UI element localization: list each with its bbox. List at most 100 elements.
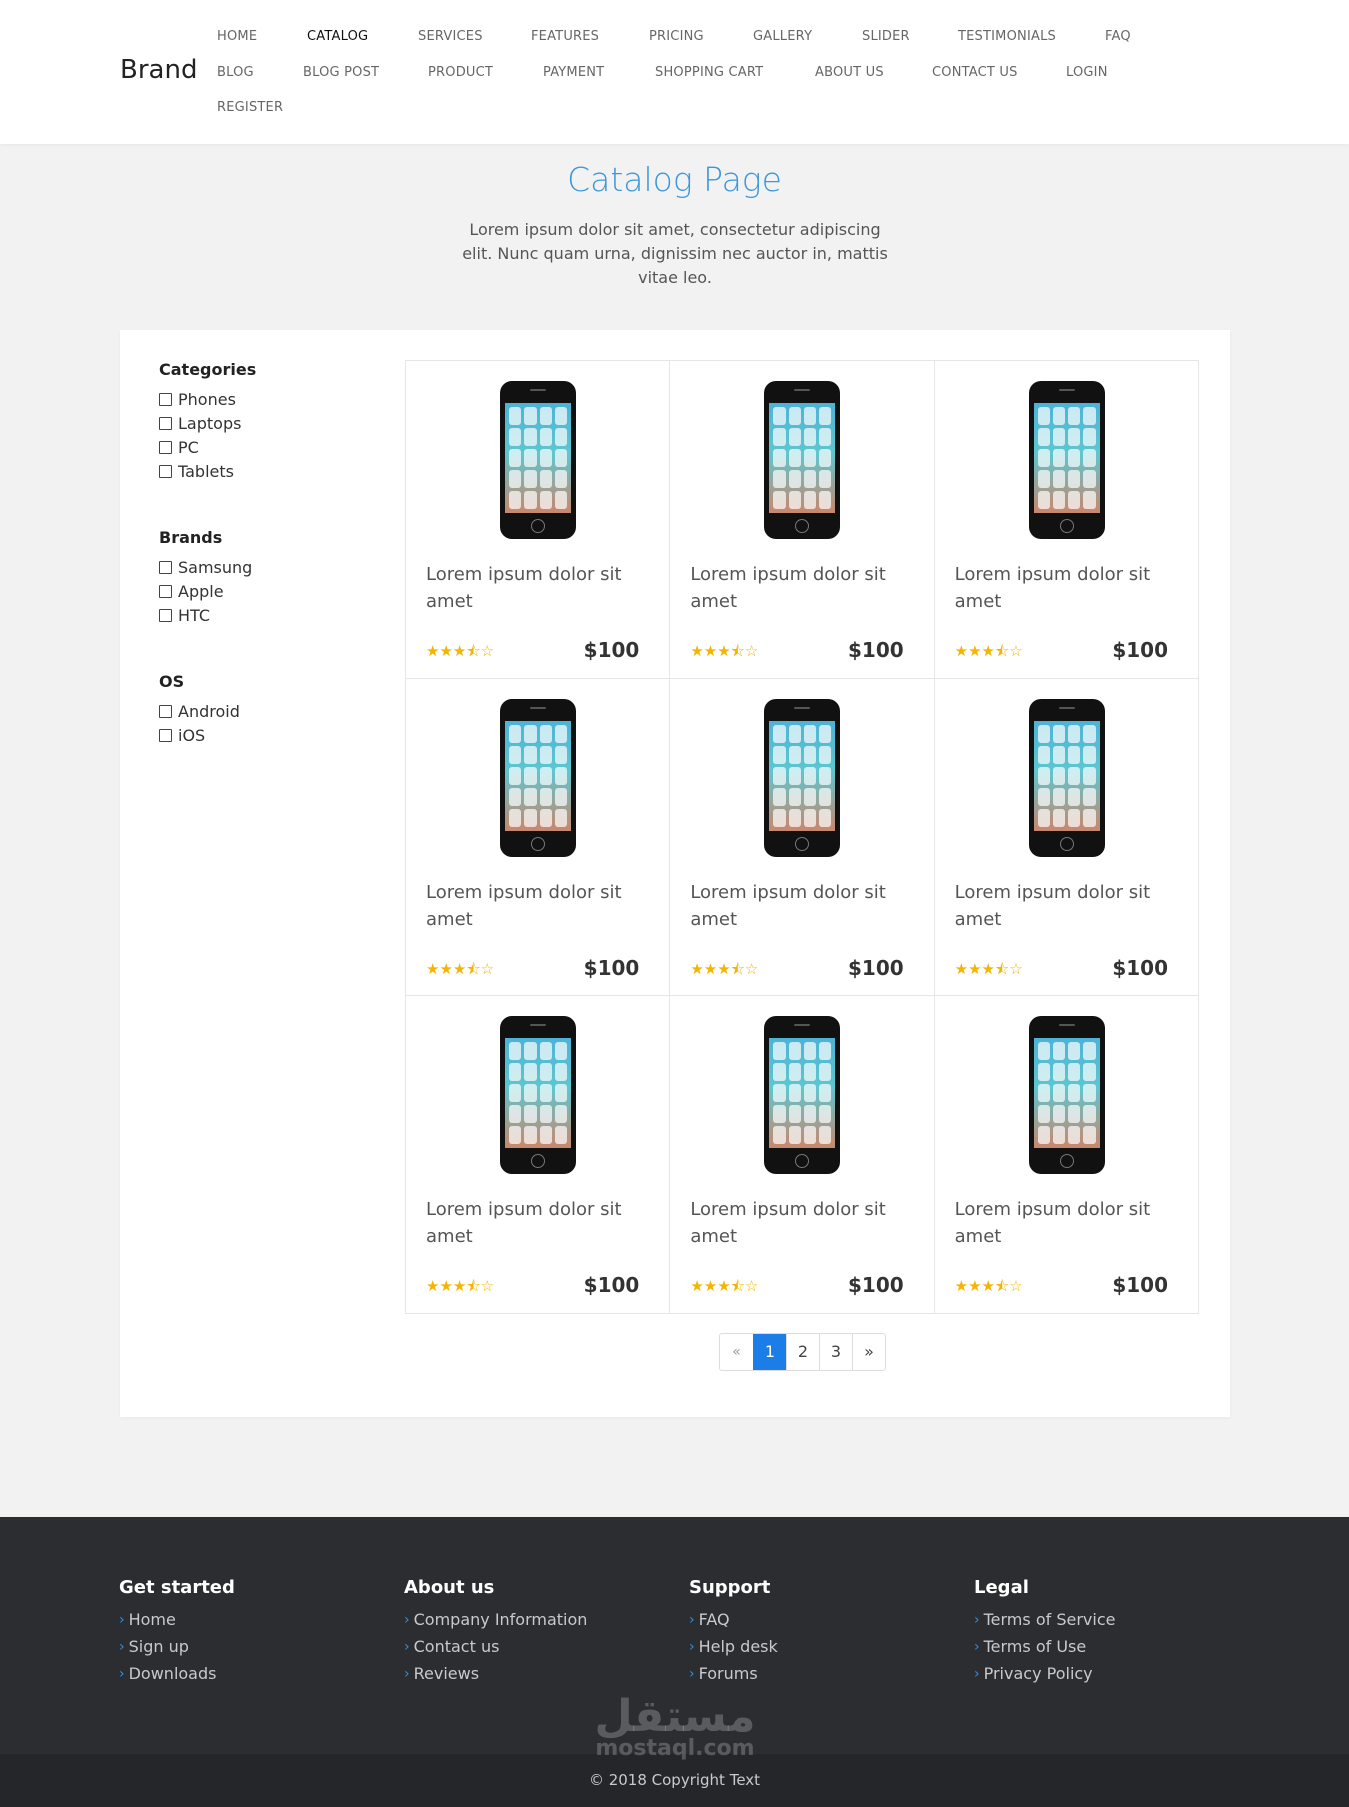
product-title[interactable]: Lorem ipsum dolor sit amet [426, 561, 626, 615]
nav-faq[interactable]: FAQ [1105, 29, 1131, 44]
product-card[interactable]: Lorem ipsum dolor sit amet ★★★⯪☆ $100 [670, 361, 935, 679]
brand-logo[interactable]: Brand [120, 55, 197, 85]
star-rating: ★★★⯪☆ [690, 643, 759, 660]
filter-title: Brands [159, 528, 223, 547]
product-card[interactable]: Lorem ipsum dolor sit amet ★★★⯪☆ $100 [406, 361, 671, 679]
footer-link[interactable]: › Privacy Policy [974, 1660, 1115, 1687]
nav-services[interactable]: SERVICES [418, 29, 483, 44]
product-card[interactable]: Lorem ipsum dolor sit amet ★★★⯪☆ $100 [670, 996, 935, 1314]
nav-catalog[interactable]: CATALOG [307, 29, 368, 44]
footer-link[interactable]: › Sign up [119, 1633, 235, 1660]
product-title[interactable]: Lorem ipsum dolor sit amet [955, 879, 1155, 933]
filter-option-android[interactable]: Android [159, 699, 240, 723]
filter-os: OS Android iOS [159, 672, 240, 747]
filter-option-ios[interactable]: iOS [159, 723, 240, 747]
product-card[interactable]: Lorem ipsum dolor sit amet ★★★⯪☆ $100 [934, 361, 1199, 679]
checkbox[interactable] [159, 392, 172, 406]
pagination-next[interactable]: » [852, 1334, 885, 1370]
pagination-page-3[interactable]: 3 [819, 1334, 852, 1370]
product-card[interactable]: Lorem ipsum dolor sit amet ★★★⯪☆ $100 [406, 996, 671, 1314]
product-title[interactable]: Lorem ipsum dolor sit amet [426, 879, 626, 933]
product-price: $100 [583, 638, 640, 662]
smartphone-image[interactable] [1028, 1016, 1105, 1175]
nav-home[interactable]: HOME [217, 29, 257, 44]
page-description: Lorem ipsum dolor sit amet, consectetur … [462, 220, 888, 287]
star-rating: ★★★⯪☆ [690, 1278, 759, 1296]
footer-link[interactable]: › Forums [689, 1660, 778, 1687]
filter-option-apple[interactable]: Apple [159, 579, 252, 603]
page-title: Catalog Page [567, 160, 782, 199]
product-price: $100 [847, 638, 904, 662]
pagination-prev[interactable]: « [720, 1334, 753, 1370]
checkbox[interactable] [159, 440, 172, 454]
product-price: $100 [1112, 1273, 1168, 1298]
product-grid: Lorem ipsum dolor sit amet ★★★⯪☆ $100 Lorem… [405, 360, 1199, 1314]
smartphone-image[interactable] [1028, 381, 1105, 539]
product-title[interactable]: Lorem ipsum dolor sit amet [690, 879, 890, 933]
checkbox[interactable] [159, 416, 172, 430]
nav-login[interactable]: LOGIN [1066, 65, 1108, 80]
product-title[interactable]: Lorem ipsum dolor sit amet [955, 561, 1155, 615]
filter-option-samsung[interactable]: Samsung [159, 555, 252, 579]
star-rating: ★★★⯪☆ [426, 643, 494, 660]
nav-payment[interactable]: PAYMENT [543, 65, 604, 80]
nav-about-us[interactable]: ABOUT US [815, 65, 884, 80]
chevron-right-icon: › [404, 1665, 410, 1682]
pagination-page-2[interactable]: 2 [786, 1334, 819, 1370]
footer-link[interactable]: › Downloads [119, 1660, 235, 1687]
nav-features[interactable]: FEATURES [531, 29, 599, 44]
footer-link[interactable]: › Terms of Service [974, 1606, 1115, 1633]
smartphone-image[interactable] [500, 381, 576, 539]
product-card[interactable]: Lorem ipsum dolor sit amet ★★★⯪☆ $100 [406, 678, 671, 997]
pagination-page-1[interactable]: 1 [753, 1334, 786, 1370]
footer-column-title: About us [404, 1577, 495, 1598]
product-title[interactable]: Lorem ipsum dolor sit amet [690, 561, 890, 615]
checkbox[interactable] [159, 608, 172, 622]
product-card[interactable]: Lorem ipsum dolor sit amet ★★★⯪☆ $100 [934, 678, 1199, 997]
nav-contact-us[interactable]: CONTACT US [932, 65, 1018, 80]
filter-categories: Categories Phones Laptops PC Tablets [159, 360, 256, 483]
footer-link[interactable]: › Help desk [689, 1633, 778, 1660]
product-card[interactable]: Lorem ipsum dolor sit amet ★★★⯪☆ $100 [934, 996, 1199, 1314]
filter-option-phones[interactable]: Phones [159, 387, 256, 411]
filter-option-laptops[interactable]: Laptops [159, 411, 256, 435]
smartphone-image[interactable] [500, 1016, 576, 1175]
checkbox[interactable] [159, 704, 172, 718]
nav-register[interactable]: REGISTER [217, 100, 283, 115]
filter-title: Categories [159, 360, 257, 379]
smartphone-image[interactable] [500, 698, 576, 857]
nav-blog[interactable]: BLOG [217, 65, 254, 80]
checkbox[interactable] [159, 584, 172, 598]
nav-shopping-cart[interactable]: SHOPPING CART [655, 65, 763, 80]
smartphone-image[interactable] [764, 698, 841, 857]
product-title[interactable]: Lorem ipsum dolor sit amet [426, 1196, 626, 1250]
checkbox[interactable] [159, 560, 172, 574]
product-card[interactable]: Lorem ipsum dolor sit amet ★★★⯪☆ $100 [670, 678, 935, 997]
footer-link[interactable]: › Home [119, 1606, 235, 1633]
product-title[interactable]: Lorem ipsum dolor sit amet [690, 1196, 890, 1250]
filter-option-tablets[interactable]: Tablets [159, 459, 256, 483]
footer-link[interactable]: › Company Information [404, 1606, 587, 1633]
nav-testimonials[interactable]: TESTIMONIALS [958, 29, 1056, 44]
checkbox[interactable] [159, 464, 172, 478]
nav-pricing[interactable]: PRICING [649, 29, 704, 44]
chevron-right-icon: › [404, 1611, 410, 1628]
chevron-right-icon: › [689, 1665, 695, 1682]
footer-link[interactable]: › Reviews [404, 1660, 587, 1687]
filter-option-htc[interactable]: HTC [159, 603, 252, 627]
filter-option-pc[interactable]: PC [159, 435, 256, 459]
nav-product[interactable]: PRODUCT [428, 65, 493, 80]
smartphone-image[interactable] [764, 1016, 841, 1175]
product-title[interactable]: Lorem ipsum dolor sit amet [955, 1196, 1155, 1250]
checkbox[interactable] [159, 728, 172, 742]
footer-link[interactable]: › Contact us [404, 1633, 587, 1660]
footer-column-title: Legal [974, 1577, 1029, 1598]
footer-link[interactable]: › Terms of Use [974, 1633, 1115, 1660]
smartphone-image[interactable] [1028, 698, 1105, 857]
nav-gallery[interactable]: GALLERY [753, 29, 812, 44]
watermark-latin: mostaql.com [595, 1736, 755, 1761]
smartphone-image[interactable] [764, 381, 841, 539]
nav-slider[interactable]: SLIDER [862, 29, 910, 44]
nav-blog-post[interactable]: BLOG POST [303, 65, 379, 80]
footer-link[interactable]: › FAQ [689, 1606, 778, 1633]
